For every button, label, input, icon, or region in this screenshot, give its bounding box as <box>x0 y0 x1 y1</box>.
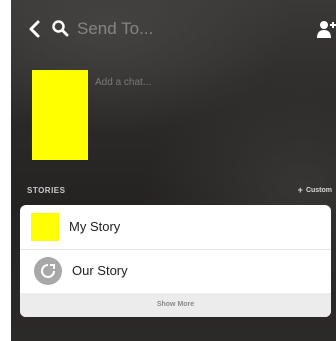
stories-title: STORIES <box>27 186 66 195</box>
story-label: My Story <box>69 219 121 234</box>
custom-label: Custom <box>305 186 332 194</box>
story-item-our-story[interactable]: Our Story <box>20 249 331 293</box>
show-more-button[interactable]: Show More <box>20 293 331 317</box>
frame: STORIES + Custom My Story Our Story <box>0 0 336 341</box>
our-story-icon <box>34 257 62 285</box>
back-icon[interactable] <box>27 20 43 38</box>
send-to-screen: STORIES + Custom My Story Our Story <box>11 0 336 341</box>
custom-story-button[interactable]: + Custom <box>297 185 332 195</box>
stories-header: STORIES + Custom <box>27 186 332 200</box>
story-item-my-story[interactable]: My Story <box>20 205 331 249</box>
chat-input[interactable] <box>95 74 315 90</box>
top-bar <box>11 12 336 46</box>
add-friend-icon[interactable] <box>316 19 336 39</box>
search-input[interactable] <box>77 18 277 40</box>
my-story-thumbnail <box>31 213 59 241</box>
snap-thumbnail <box>32 70 88 160</box>
story-label: Our Story <box>72 263 128 278</box>
stories-card: My Story Our Story Show More <box>20 205 331 317</box>
plus-icon: + <box>297 185 303 195</box>
search-icon <box>52 20 69 37</box>
